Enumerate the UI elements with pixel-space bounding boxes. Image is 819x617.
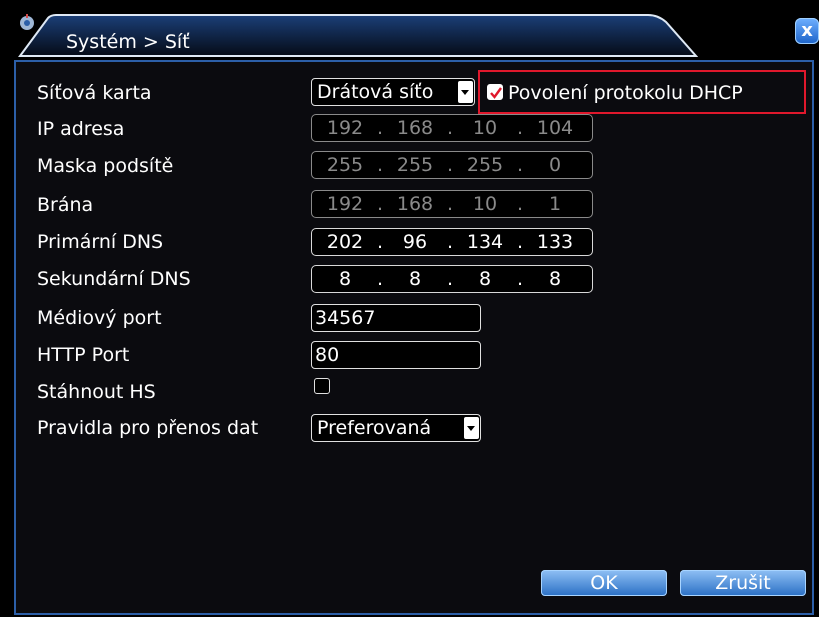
gateway-field[interactable]: 192 . 168 . 10 . 1 (311, 190, 593, 218)
mask-octet: 255 (396, 154, 434, 176)
network-settings-window: Systém > Síť x Síťová karta Drátová síťo… (0, 0, 819, 617)
transfer-rules-value: Preferovaná (317, 417, 432, 439)
transfer-rules-select[interactable]: Preferovaná (311, 414, 481, 442)
close-button[interactable]: x (795, 18, 819, 44)
ip-address-field[interactable]: 192 . 168 . 10 . 104 (311, 114, 593, 142)
subnet-mask-label: Maska podsítě (37, 155, 174, 177)
gateway-label: Brána (37, 194, 94, 216)
http-port-label: HTTP Port (37, 344, 130, 366)
gateway-octet: 1 (548, 193, 562, 215)
chevron-down-icon[interactable] (464, 417, 479, 439)
gateway-octet: 168 (396, 193, 434, 215)
dns-octet: 96 (402, 231, 428, 253)
gateway-octet: 192 (326, 193, 364, 215)
check-icon (490, 87, 502, 99)
mask-octet: 255 (326, 154, 364, 176)
window-title: Systém > Síť (66, 31, 190, 53)
ok-button[interactable]: OK (541, 570, 667, 596)
primary-dns-field[interactable]: 202 . 96 . 134 . 133 (311, 228, 593, 256)
download-hs-checkbox[interactable] (314, 378, 330, 394)
cancel-button[interactable]: Zrušit (680, 570, 806, 596)
ip-octet: 104 (536, 117, 574, 139)
dns-octet: 202 (326, 231, 364, 253)
settings-icon (20, 14, 34, 30)
dns-octet: 133 (536, 231, 574, 253)
title-tab: Systém > Síť (18, 14, 698, 58)
ip-octet: 192 (326, 117, 364, 139)
gateway-octet: 10 (472, 193, 498, 215)
mask-octet: 0 (548, 154, 562, 176)
dns2-octet: 8 (338, 268, 352, 290)
secondary-dns-field[interactable]: 8 . 8 . 8 . 8 (311, 265, 593, 293)
ip-address-label: IP adresa (37, 118, 125, 140)
chevron-down-icon[interactable] (458, 81, 473, 103)
ip-octet: 10 (472, 117, 498, 139)
subnet-mask-field[interactable]: 255 . 255 . 255 . 0 (311, 151, 593, 179)
network-card-label: Síťová karta (37, 82, 152, 104)
close-icon: x (801, 20, 813, 41)
mask-octet: 255 (466, 154, 504, 176)
primary-dns-label: Primární DNS (37, 231, 164, 253)
dns2-octet: 8 (478, 268, 492, 290)
dns2-octet: 8 (548, 268, 562, 290)
dhcp-label: Povolení protokolu DHCP (508, 82, 743, 104)
dhcp-checkbox[interactable] (487, 84, 503, 100)
network-card-value: Drátová síťo (317, 81, 434, 103)
title-bar: Systém > Síť x (0, 0, 819, 57)
dns-octet: 134 (466, 231, 504, 253)
transfer-rules-label: Pravidla pro přenos dat (37, 417, 259, 439)
ip-octet: 168 (396, 117, 434, 139)
download-hs-label: Stáhnout HS (37, 381, 156, 403)
secondary-dns-label: Sekundární DNS (37, 268, 191, 290)
media-port-label: Médiový port (37, 307, 162, 329)
http-port-input[interactable]: 80 (311, 341, 481, 369)
network-card-select[interactable]: Drátová síťo (311, 78, 475, 106)
media-port-input[interactable]: 34567 (311, 304, 481, 332)
dns2-octet: 8 (408, 268, 422, 290)
settings-panel (14, 60, 814, 615)
